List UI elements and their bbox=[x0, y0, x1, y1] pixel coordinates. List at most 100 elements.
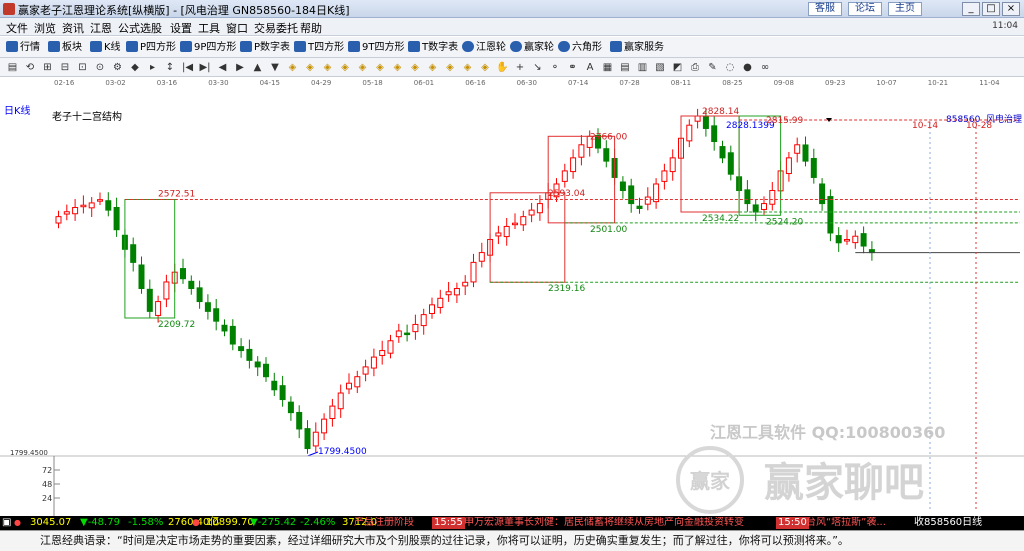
candle-body bbox=[429, 304, 435, 314]
draw-tool-31[interactable]: ⚬ bbox=[549, 61, 562, 74]
draw-tool-14[interactable]: ▲ bbox=[251, 61, 264, 74]
close-button[interactable]: × bbox=[1002, 2, 1020, 16]
price-label: 2815.99 bbox=[766, 116, 803, 126]
candle-body bbox=[752, 204, 759, 213]
menu-gann[interactable]: 江恩 bbox=[90, 20, 112, 36]
draw-tool-19[interactable]: ◈ bbox=[339, 61, 352, 74]
toolbar-kline[interactable]: K线 bbox=[90, 40, 121, 55]
draw-tool-11[interactable]: ▶| bbox=[199, 61, 212, 74]
draw-tool-35[interactable]: ▤ bbox=[619, 61, 632, 74]
home-link[interactable]: 主页 bbox=[888, 2, 922, 16]
menu-news[interactable]: 资讯 bbox=[62, 20, 84, 36]
date-tick: 06-01 bbox=[413, 79, 435, 87]
minimize-button[interactable]: _ bbox=[962, 2, 980, 16]
candle-body bbox=[702, 116, 709, 129]
menu-trade[interactable]: 交易委托 bbox=[254, 20, 298, 36]
draw-tool-37[interactable]: ▧ bbox=[654, 61, 667, 74]
draw-tool-20[interactable]: ◈ bbox=[356, 61, 369, 74]
menu-file[interactable]: 文件 bbox=[6, 20, 28, 36]
menu-help[interactable]: 帮助 bbox=[300, 20, 322, 36]
draw-tool-43[interactable]: ∞ bbox=[759, 61, 772, 74]
candle-body bbox=[146, 288, 153, 312]
draw-tool-5[interactable]: ⊙ bbox=[94, 61, 107, 74]
draw-tool-21[interactable]: ◈ bbox=[374, 61, 387, 74]
toolbar-t-square[interactable]: T四方形 bbox=[294, 40, 344, 55]
news-ticker-1[interactable]: 产品注册阶段 bbox=[354, 517, 430, 529]
candle-body bbox=[387, 340, 394, 354]
draw-tool-17[interactable]: ◈ bbox=[304, 61, 317, 74]
news-ticker-2[interactable]: 申万宏源董事长刘健：居民储蓄将继续从房地产向金融投资转变 bbox=[464, 517, 772, 529]
draw-tool-28[interactable]: ✋ bbox=[496, 61, 509, 74]
candle-body bbox=[827, 196, 834, 234]
draw-tool-10[interactable]: |◀ bbox=[181, 61, 194, 74]
draw-tool-30[interactable]: ↘ bbox=[531, 61, 544, 74]
draw-tool-3[interactable]: ⊟ bbox=[59, 61, 72, 74]
toolbar-sector[interactable]: 板块 bbox=[48, 40, 82, 55]
candle-body bbox=[520, 216, 527, 226]
draw-tool-8[interactable]: ▸ bbox=[146, 61, 159, 74]
candle-body bbox=[810, 158, 817, 178]
menu-tools[interactable]: 工具 bbox=[198, 20, 220, 36]
price-label: 2534.22 bbox=[702, 214, 739, 224]
draw-tool-34[interactable]: ▦ bbox=[601, 61, 614, 74]
draw-tool-26[interactable]: ◈ bbox=[461, 61, 474, 74]
draw-tool-24[interactable]: ◈ bbox=[426, 61, 439, 74]
menu-window[interactable]: 窗口 bbox=[226, 20, 248, 36]
draw-tool-1[interactable]: ⟲ bbox=[24, 61, 37, 74]
draw-tool-6[interactable]: ⚙ bbox=[111, 61, 124, 74]
draw-tool-29[interactable]: + bbox=[514, 61, 527, 74]
candle-body bbox=[80, 204, 87, 208]
toolbar-hexagon[interactable]: 六角形 bbox=[558, 40, 602, 55]
draw-tool-18[interactable]: ◈ bbox=[321, 61, 334, 74]
toolbar-t-table[interactable]: T数字表 bbox=[408, 40, 458, 55]
toolbar-winner-wheel[interactable]: 赢家轮 bbox=[510, 40, 554, 55]
draw-tool-0[interactable]: ▤ bbox=[6, 61, 19, 74]
date-tick: 08-25 bbox=[722, 79, 743, 87]
draw-tool-7[interactable]: ◆ bbox=[129, 61, 142, 74]
toolbar-9p-square[interactable]: 9P四方形 bbox=[180, 40, 236, 55]
draw-tool-36[interactable]: ▥ bbox=[636, 61, 649, 74]
candle-body bbox=[304, 428, 311, 450]
support-link[interactable]: 客服 bbox=[808, 2, 842, 16]
draw-tool-40[interactable]: ✎ bbox=[706, 61, 719, 74]
maximize-button[interactable]: □ bbox=[982, 2, 1000, 16]
draw-tool-41[interactable]: ◌ bbox=[724, 61, 737, 74]
draw-tool-42[interactable]: ● bbox=[741, 61, 754, 74]
sz-index[interactable]: 10899.70 bbox=[206, 517, 254, 529]
menu-formula[interactable]: 公式选股 bbox=[118, 20, 162, 36]
draw-tool-4[interactable]: ⊡ bbox=[76, 61, 89, 74]
draw-tool-38[interactable]: ◩ bbox=[671, 61, 684, 74]
draw-tool-25[interactable]: ◈ bbox=[444, 61, 457, 74]
news-time-2: 15:50 bbox=[776, 517, 809, 529]
draw-tool-9[interactable]: ↕ bbox=[164, 61, 177, 74]
draw-tool-23[interactable]: ◈ bbox=[409, 61, 422, 74]
toolbar-quotes[interactable]: 行情 bbox=[6, 40, 40, 55]
draw-tool-12[interactable]: ◀ bbox=[216, 61, 229, 74]
draw-tool-15[interactable]: ▼ bbox=[269, 61, 282, 74]
toolbar-p-table[interactable]: P数字表 bbox=[240, 40, 290, 55]
toolbar-winner-service[interactable]: 赢家服务 bbox=[610, 40, 664, 55]
volume-tick: 72 bbox=[42, 466, 52, 475]
draw-tool-32[interactable]: ⚭ bbox=[566, 61, 579, 74]
candle-body bbox=[63, 211, 70, 215]
news-ticker-3[interactable]: 台风“塔拉斯”袭... bbox=[806, 517, 912, 529]
draw-tool-16[interactable]: ◈ bbox=[286, 61, 299, 74]
draw-tool-33[interactable]: A bbox=[584, 61, 597, 74]
menu-settings[interactable]: 设置 bbox=[170, 20, 192, 36]
draw-tool-13[interactable]: ▶ bbox=[234, 61, 247, 74]
toolbar-gann-wheel[interactable]: 江恩轮 bbox=[462, 40, 506, 55]
candle-body bbox=[686, 124, 693, 142]
draw-tool-27[interactable]: ◈ bbox=[479, 61, 492, 74]
forum-link[interactable]: 论坛 bbox=[848, 2, 882, 16]
candle-body bbox=[503, 225, 510, 238]
toolbar-9t-square[interactable]: 9T四方形 bbox=[348, 40, 404, 55]
sz-marker-icon: ● bbox=[192, 518, 200, 528]
menu-browse[interactable]: 浏览 bbox=[34, 20, 56, 36]
draw-tool-39[interactable]: ⎙ bbox=[689, 61, 702, 74]
candle-body bbox=[470, 261, 477, 283]
toolbar-p-square[interactable]: P四方形 bbox=[126, 40, 176, 55]
candle-body bbox=[395, 330, 402, 338]
sh-index[interactable]: 3045.07 bbox=[30, 517, 71, 529]
draw-tool-22[interactable]: ◈ bbox=[391, 61, 404, 74]
draw-tool-2[interactable]: ⊞ bbox=[41, 61, 54, 74]
